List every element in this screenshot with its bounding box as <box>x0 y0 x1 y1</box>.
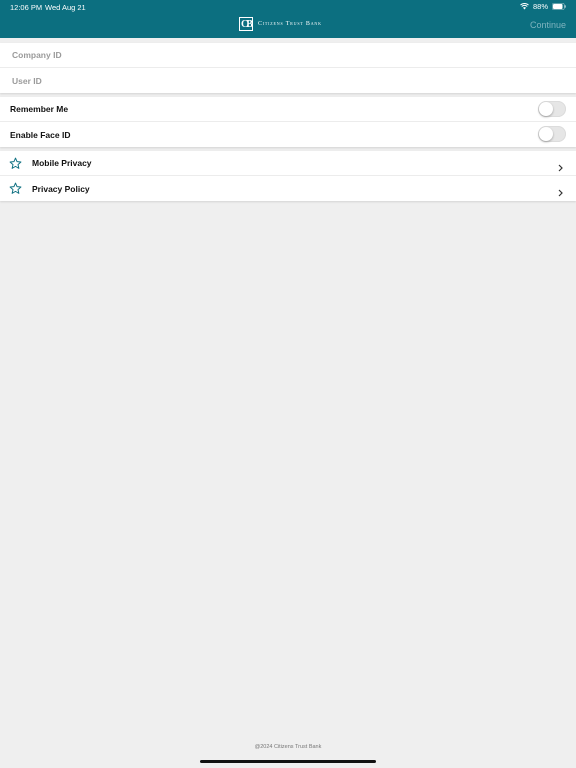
copyright-text: @2024 Citizens Trust Bank <box>254 744 322 750</box>
app-header: 12:06 PM Wed Aug 21 88% CB Citizens Trus… <box>0 0 576 38</box>
company-id-input[interactable] <box>10 49 554 61</box>
login-fields-section <box>0 43 576 93</box>
company-id-row <box>0 43 576 68</box>
mobile-privacy-link[interactable]: Mobile Privacy <box>0 151 576 176</box>
link-label: Mobile Privacy <box>32 158 92 168</box>
wifi-icon <box>520 3 529 10</box>
home-indicator <box>200 760 376 763</box>
link-label: Privacy Policy <box>32 183 90 194</box>
battery-percentage: 88% <box>532 2 548 11</box>
user-id-row <box>0 68 576 93</box>
continue-button[interactable]: Continue <box>530 20 566 30</box>
logo-mark: CB <box>239 17 253 31</box>
links-section: Mobile Privacy Privacy Policy <box>0 151 576 201</box>
login-screen: 12:06 PM Wed Aug 21 88% CB Citizens Trus… <box>0 0 576 768</box>
battery-icon <box>552 3 566 10</box>
toggle-knob <box>539 127 553 141</box>
bank-logo: CB Citizens Trust Bank <box>239 17 322 31</box>
chevron-right-icon <box>558 159 563 177</box>
privacy-policy-link[interactable]: Privacy Policy <box>0 176 576 201</box>
user-id-input[interactable] <box>10 74 554 87</box>
toggle-knob <box>539 102 553 116</box>
logo-text: Citizens Trust Bank <box>258 21 322 27</box>
star-icon <box>9 182 22 200</box>
settings-section: Remember Me Enable Face ID <box>0 97 576 147</box>
face-id-toggle[interactable] <box>538 126 566 142</box>
remember-me-toggle[interactable] <box>538 101 566 117</box>
chevron-right-icon <box>558 184 563 202</box>
star-icon <box>9 157 22 175</box>
remember-me-label: Remember Me <box>10 104 69 114</box>
status-date: Wed Aug 21 <box>45 3 86 12</box>
face-id-label: Enable Face ID <box>10 129 71 140</box>
remember-me-row: Remember Me <box>0 97 576 122</box>
status-time: 12:06 PM <box>10 3 43 12</box>
status-indicators: 88% <box>520 2 566 11</box>
face-id-row: Enable Face ID <box>0 122 576 147</box>
